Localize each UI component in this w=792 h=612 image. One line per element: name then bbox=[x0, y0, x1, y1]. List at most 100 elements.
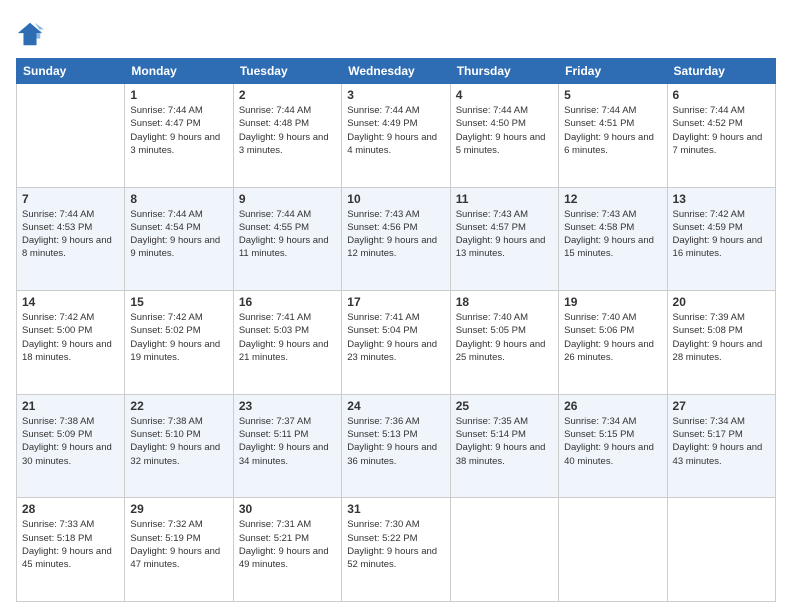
table-row bbox=[450, 498, 558, 602]
day-number: 28 bbox=[22, 502, 119, 516]
day-number: 16 bbox=[239, 295, 336, 309]
day-info: Sunrise: 7:39 AM Sunset: 5:08 PM Dayligh… bbox=[673, 311, 770, 364]
table-row: 21Sunrise: 7:38 AM Sunset: 5:09 PM Dayli… bbox=[17, 394, 125, 498]
day-info: Sunrise: 7:32 AM Sunset: 5:19 PM Dayligh… bbox=[130, 518, 227, 571]
weekday-header-tuesday: Tuesday bbox=[233, 59, 341, 84]
day-info: Sunrise: 7:44 AM Sunset: 4:49 PM Dayligh… bbox=[347, 104, 444, 157]
day-number: 12 bbox=[564, 192, 661, 206]
day-info: Sunrise: 7:44 AM Sunset: 4:52 PM Dayligh… bbox=[673, 104, 770, 157]
table-header: SundayMondayTuesdayWednesdayThursdayFrid… bbox=[17, 59, 776, 84]
day-info: Sunrise: 7:37 AM Sunset: 5:11 PM Dayligh… bbox=[239, 415, 336, 468]
table-row: 9 Sunrise: 7:44 AM Sunset: 4:55 PM Daylig… bbox=[233, 187, 341, 291]
day-info: Sunrise: 7:40 AM Sunset: 5:05 PM Dayligh… bbox=[456, 311, 553, 364]
weekday-header-thursday: Thursday bbox=[450, 59, 558, 84]
day-info: Sunrise: 7:42 AM Sunset: 5:00 PM Dayligh… bbox=[22, 311, 119, 364]
day-number: 25 bbox=[456, 399, 553, 413]
day-info: Sunrise: 7:44 AM Sunset: 4:53 PM Dayligh… bbox=[22, 208, 119, 261]
table-row: 16Sunrise: 7:41 AM Sunset: 5:03 PM Dayli… bbox=[233, 291, 341, 395]
table-row: 14 Sunrise: 7:42 AM Sunset: 5:00 PM Dayli… bbox=[17, 291, 125, 395]
week-row-1: 1 Sunrise: 7:44 AM Sunset: 4:47 PM Daylig… bbox=[17, 84, 776, 188]
day-number: 14 bbox=[22, 295, 119, 309]
table-row: 17 Sunrise: 7:41 AM Sunset: 5:04 PM Dayli… bbox=[342, 291, 450, 395]
table-row bbox=[17, 84, 125, 188]
day-info: Sunrise: 7:44 AM Sunset: 4:47 PM Dayligh… bbox=[130, 104, 227, 157]
table-row: 22Sunrise: 7:38 AM Sunset: 5:10 PM Dayli… bbox=[125, 394, 233, 498]
day-number: 3 bbox=[347, 88, 444, 102]
table-row: 18 Sunrise: 7:40 AM Sunset: 5:05 PM Dayli… bbox=[450, 291, 558, 395]
day-number: 7 bbox=[22, 192, 119, 206]
table-row: 10 Sunrise: 7:43 AM Sunset: 4:56 PM Dayli… bbox=[342, 187, 450, 291]
day-info: Sunrise: 7:40 AM Sunset: 5:06 PM Dayligh… bbox=[564, 311, 661, 364]
day-info: Sunrise: 7:42 AM Sunset: 5:02 PM Dayligh… bbox=[130, 311, 227, 364]
day-info: Sunrise: 7:30 AM Sunset: 5:22 PM Dayligh… bbox=[347, 518, 444, 571]
table-row: 1 Sunrise: 7:44 AM Sunset: 4:47 PM Daylig… bbox=[125, 84, 233, 188]
week-row-5: 28 Sunrise: 7:33 AM Sunset: 5:18 PM Dayli… bbox=[17, 498, 776, 602]
calendar-body: 1 Sunrise: 7:44 AM Sunset: 4:47 PM Daylig… bbox=[17, 84, 776, 602]
day-number: 15 bbox=[130, 295, 227, 309]
day-number: 26 bbox=[564, 399, 661, 413]
table-row: 5Sunrise: 7:44 AM Sunset: 4:51 PM Daylig… bbox=[559, 84, 667, 188]
day-number: 18 bbox=[456, 295, 553, 309]
day-info: Sunrise: 7:44 AM Sunset: 4:54 PM Dayligh… bbox=[130, 208, 227, 261]
table-row: 13 Sunrise: 7:42 AM Sunset: 4:59 PM Dayli… bbox=[667, 187, 775, 291]
table-row: 26 Sunrise: 7:34 AM Sunset: 5:15 PM Dayli… bbox=[559, 394, 667, 498]
day-number: 8 bbox=[130, 192, 227, 206]
header bbox=[16, 16, 776, 48]
table-row bbox=[667, 498, 775, 602]
day-info: Sunrise: 7:35 AM Sunset: 5:14 PM Dayligh… bbox=[456, 415, 553, 468]
table-row: 20 Sunrise: 7:39 AM Sunset: 5:08 PM Dayli… bbox=[667, 291, 775, 395]
day-number: 17 bbox=[347, 295, 444, 309]
day-info: Sunrise: 7:43 AM Sunset: 4:56 PM Dayligh… bbox=[347, 208, 444, 261]
day-info: Sunrise: 7:31 AM Sunset: 5:21 PM Dayligh… bbox=[239, 518, 336, 571]
page: SundayMondayTuesdayWednesdayThursdayFrid… bbox=[0, 0, 792, 612]
week-row-4: 21Sunrise: 7:38 AM Sunset: 5:09 PM Dayli… bbox=[17, 394, 776, 498]
day-info: Sunrise: 7:44 AM Sunset: 4:48 PM Dayligh… bbox=[239, 104, 336, 157]
table-row: 24Sunrise: 7:36 AM Sunset: 5:13 PM Dayli… bbox=[342, 394, 450, 498]
logo bbox=[16, 20, 48, 48]
table-row: 15 Sunrise: 7:42 AM Sunset: 5:02 PM Dayli… bbox=[125, 291, 233, 395]
day-info: Sunrise: 7:41 AM Sunset: 5:04 PM Dayligh… bbox=[347, 311, 444, 364]
table-row: 11Sunrise: 7:43 AM Sunset: 4:57 PM Dayli… bbox=[450, 187, 558, 291]
day-info: Sunrise: 7:44 AM Sunset: 4:55 PM Dayligh… bbox=[239, 208, 336, 261]
day-info: Sunrise: 7:34 AM Sunset: 5:15 PM Dayligh… bbox=[564, 415, 661, 468]
table-row: 6 Sunrise: 7:44 AM Sunset: 4:52 PM Daylig… bbox=[667, 84, 775, 188]
table-row: 19 Sunrise: 7:40 AM Sunset: 5:06 PM Dayli… bbox=[559, 291, 667, 395]
day-info: Sunrise: 7:33 AM Sunset: 5:18 PM Dayligh… bbox=[22, 518, 119, 571]
table-row: 30 Sunrise: 7:31 AM Sunset: 5:21 PM Dayli… bbox=[233, 498, 341, 602]
day-number: 1 bbox=[130, 88, 227, 102]
day-number: 9 bbox=[239, 192, 336, 206]
day-number: 20 bbox=[673, 295, 770, 309]
day-number: 2 bbox=[239, 88, 336, 102]
day-number: 19 bbox=[564, 295, 661, 309]
day-number: 21 bbox=[22, 399, 119, 413]
day-number: 23 bbox=[239, 399, 336, 413]
day-info: Sunrise: 7:42 AM Sunset: 4:59 PM Dayligh… bbox=[673, 208, 770, 261]
table-row: 25 Sunrise: 7:35 AM Sunset: 5:14 PM Dayli… bbox=[450, 394, 558, 498]
day-number: 22 bbox=[130, 399, 227, 413]
day-number: 30 bbox=[239, 502, 336, 516]
day-info: Sunrise: 7:34 AM Sunset: 5:17 PM Dayligh… bbox=[673, 415, 770, 468]
day-number: 13 bbox=[673, 192, 770, 206]
day-number: 29 bbox=[130, 502, 227, 516]
weekday-header-friday: Friday bbox=[559, 59, 667, 84]
table-row: 7 Sunrise: 7:44 AM Sunset: 4:53 PM Daylig… bbox=[17, 187, 125, 291]
day-info: Sunrise: 7:43 AM Sunset: 4:57 PM Dayligh… bbox=[456, 208, 553, 261]
table-row: 3 Sunrise: 7:44 AM Sunset: 4:49 PM Daylig… bbox=[342, 84, 450, 188]
table-row bbox=[559, 498, 667, 602]
day-info: Sunrise: 7:44 AM Sunset: 4:50 PM Dayligh… bbox=[456, 104, 553, 157]
day-number: 5 bbox=[564, 88, 661, 102]
table-row: 2 Sunrise: 7:44 AM Sunset: 4:48 PM Daylig… bbox=[233, 84, 341, 188]
day-number: 24 bbox=[347, 399, 444, 413]
table-row: 29 Sunrise: 7:32 AM Sunset: 5:19 PM Dayli… bbox=[125, 498, 233, 602]
day-number: 10 bbox=[347, 192, 444, 206]
weekday-header-sunday: Sunday bbox=[17, 59, 125, 84]
table-row: 8 Sunrise: 7:44 AM Sunset: 4:54 PM Daylig… bbox=[125, 187, 233, 291]
weekday-header-wednesday: Wednesday bbox=[342, 59, 450, 84]
day-number: 31 bbox=[347, 502, 444, 516]
day-info: Sunrise: 7:43 AM Sunset: 4:58 PM Dayligh… bbox=[564, 208, 661, 261]
week-row-2: 7 Sunrise: 7:44 AM Sunset: 4:53 PM Daylig… bbox=[17, 187, 776, 291]
day-number: 4 bbox=[456, 88, 553, 102]
day-number: 6 bbox=[673, 88, 770, 102]
logo-icon bbox=[16, 20, 44, 48]
table-row: 23 Sunrise: 7:37 AM Sunset: 5:11 PM Dayli… bbox=[233, 394, 341, 498]
